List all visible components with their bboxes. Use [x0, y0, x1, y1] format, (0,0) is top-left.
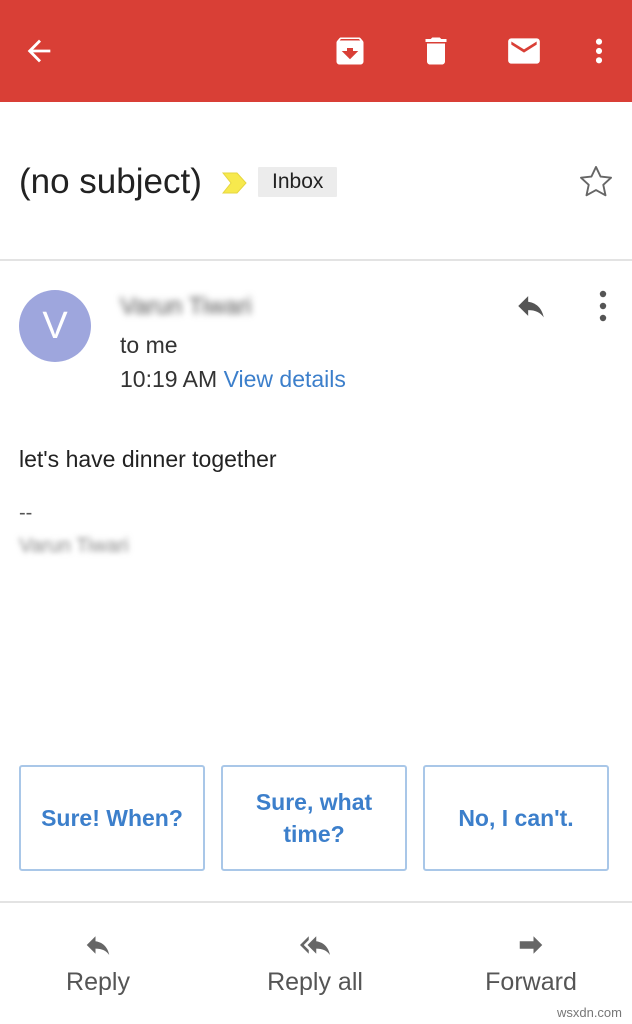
signature-name: Varun Tiwari: [19, 535, 129, 557]
signature-separator: --: [19, 502, 33, 524]
reply-label: Reply: [66, 968, 130, 996]
reply-all-label: Reply all: [267, 968, 363, 996]
smart-reply-1[interactable]: Sure! When?: [19, 765, 205, 871]
sent-time: 10:19 AM: [120, 366, 218, 392]
forward-icon: [519, 936, 543, 954]
archive-icon[interactable]: [332, 33, 368, 69]
more-options-icon[interactable]: [583, 33, 615, 69]
email-subject: (no subject): [19, 162, 202, 201]
sender-avatar[interactable]: V: [19, 290, 91, 362]
forward-button[interactable]: Forward: [441, 930, 621, 998]
reply-action-icon: [86, 936, 110, 955]
smart-reply-2-label: Sure, what time?: [255, 789, 373, 847]
action-divider: [0, 901, 632, 903]
reply-all-button[interactable]: Reply all: [225, 930, 405, 998]
reply-all-icon: [300, 936, 330, 955]
reply-button[interactable]: Reply: [8, 930, 188, 998]
star-icon[interactable]: [577, 163, 615, 201]
reply-icon[interactable]: [510, 289, 552, 323]
watermark: wsxdn.com: [556, 1005, 622, 1020]
delete-icon[interactable]: [418, 32, 454, 70]
inbox-label-chip[interactable]: Inbox: [258, 167, 338, 197]
forward-label: Forward: [485, 968, 577, 996]
app-bar: [0, 0, 632, 102]
time-row: 10:19 AM View details: [120, 364, 346, 394]
sender-name: Varun Tiwari: [120, 293, 252, 320]
smart-reply-2[interactable]: Sure, what time?: [221, 765, 407, 871]
importance-marker-icon[interactable]: [222, 170, 248, 196]
view-details-link[interactable]: View details: [224, 366, 346, 392]
back-arrow-icon[interactable]: [22, 34, 56, 68]
email-body: let's have dinner together: [19, 446, 277, 472]
mark-unread-icon[interactable]: [503, 32, 545, 70]
subject-divider: [0, 259, 632, 261]
recipient-text: to me: [120, 332, 178, 358]
smart-reply-3[interactable]: No, I can't.: [423, 765, 609, 871]
message-more-icon[interactable]: [591, 289, 615, 323]
